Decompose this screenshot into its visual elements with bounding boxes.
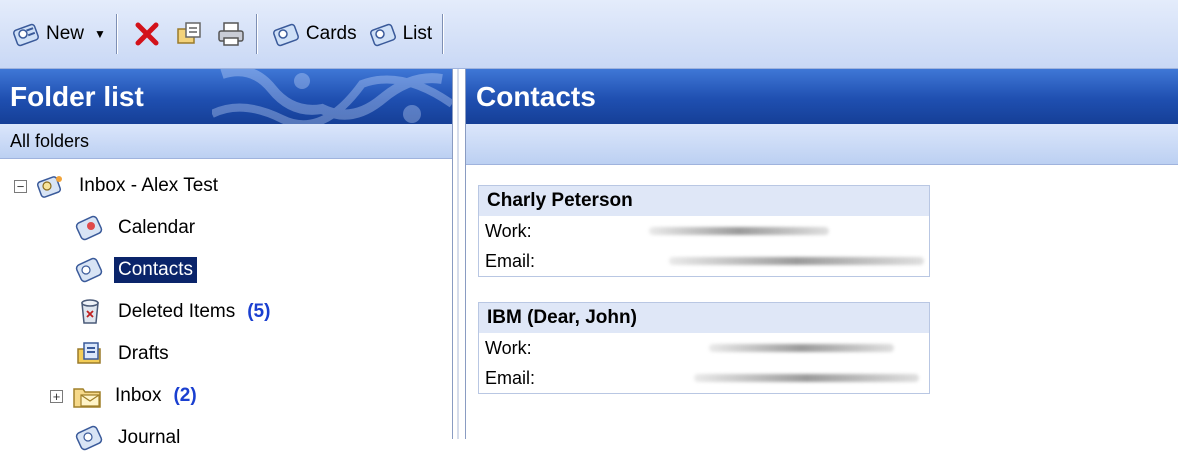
tree-item-label: Calendar: [118, 217, 196, 238]
unread-count-badge: (2): [173, 385, 197, 406]
work-label: Work:: [485, 220, 532, 241]
folder-tree: − Inbox - Alex Test Calendar Contacts De…: [0, 159, 452, 451]
redacted-work-value: [649, 227, 829, 235]
contact-card-name: Charly Peterson: [479, 186, 929, 216]
chevron-down-icon[interactable]: ▼: [94, 27, 106, 41]
delete-button[interactable]: [128, 12, 166, 56]
contact-work-row: Work:: [479, 333, 929, 363]
drafts-icon: [77, 342, 101, 364]
folder-pane: Folder list All folders − Inbox - Alex T…: [0, 69, 452, 451]
pane-splitter[interactable]: [452, 69, 466, 439]
toolbar-separator: [115, 14, 118, 54]
folder-pane-subheader: All folders: [0, 124, 452, 159]
contacts-pane: Contacts Charly Peterson Work: Email: IB…: [466, 69, 1178, 439]
tree-item-journal[interactable]: Journal: [74, 421, 184, 455]
email-label: Email:: [485, 250, 536, 271]
contact-card[interactable]: IBM (Dear, John) Work: Email:: [478, 302, 930, 394]
journal-icon: [75, 425, 103, 451]
calendar-icon: [75, 215, 103, 241]
contact-card-name: IBM (Dear, John): [479, 303, 929, 333]
tree-item-contacts[interactable]: Contacts: [74, 253, 197, 287]
work-label: Work:: [485, 337, 532, 358]
list-view-label: List: [402, 23, 433, 44]
toolbar: New ▼ Cards List: [0, 0, 1178, 69]
contacts-icon: [13, 23, 39, 47]
contacts-pane-subheader: [466, 124, 1178, 165]
list-icon: [369, 23, 396, 47]
new-button-label: New: [46, 23, 85, 44]
tree-item-inbox-alex-test[interactable]: − Inbox - Alex Test: [14, 169, 222, 203]
contacts-icon: [75, 257, 103, 283]
print-button[interactable]: [212, 12, 250, 56]
tree-item-label: Inbox: [115, 385, 162, 406]
list-view-button[interactable]: List: [365, 12, 437, 56]
toolbar-separator: [442, 14, 445, 54]
folder-pane-header: Folder list: [0, 69, 452, 124]
email-label: Email:: [485, 367, 536, 388]
contact-work-row: Work:: [479, 216, 929, 246]
collapse-toggle[interactable]: −: [14, 179, 27, 193]
new-button[interactable]: New ▼: [8, 12, 110, 56]
expand-toggle[interactable]: +: [50, 389, 63, 403]
redacted-email-value: [694, 374, 919, 382]
tree-item-label: Journal: [118, 427, 181, 448]
redacted-work-value: [709, 344, 894, 352]
contacts-pane-title: Contacts: [476, 80, 596, 112]
tree-item-label: Deleted Items: [118, 301, 236, 322]
all-folders-label: All folders: [10, 130, 90, 151]
tree-item-calendar[interactable]: Calendar: [74, 211, 199, 245]
cards-view-button[interactable]: Cards: [268, 12, 361, 56]
cards-icon: [272, 23, 299, 47]
mailbox-root-icon: [36, 176, 62, 198]
tree-item-deleted-items[interactable]: Deleted Items (5): [74, 295, 270, 329]
inbox-folder-icon: [73, 388, 101, 408]
tree-item-label: Contacts: [114, 257, 197, 283]
tree-item-drafts[interactable]: Drafts: [74, 337, 173, 371]
tree-item-inbox[interactable]: + Inbox (2): [50, 379, 197, 413]
move-icon: [177, 22, 201, 44]
unread-count-badge: (5): [247, 301, 271, 322]
tree-item-label: Drafts: [118, 343, 169, 364]
deleted-items-icon: [81, 299, 99, 324]
redacted-email-value: [669, 257, 924, 265]
move-button[interactable]: [170, 12, 208, 56]
header-pattern-decoration: [212, 69, 452, 124]
contact-card[interactable]: Charly Peterson Work: Email:: [478, 185, 930, 277]
delete-icon: [135, 22, 159, 46]
tree-item-label: Inbox - Alex Test: [79, 175, 219, 196]
contacts-pane-header: Contacts: [466, 69, 1178, 124]
toolbar-separator: [255, 14, 258, 54]
contact-email-row: Email:: [479, 363, 929, 393]
folder-pane-title: Folder list: [10, 80, 144, 112]
contact-email-row: Email:: [479, 246, 929, 276]
cards-view-label: Cards: [305, 23, 357, 44]
print-icon: [218, 22, 244, 46]
